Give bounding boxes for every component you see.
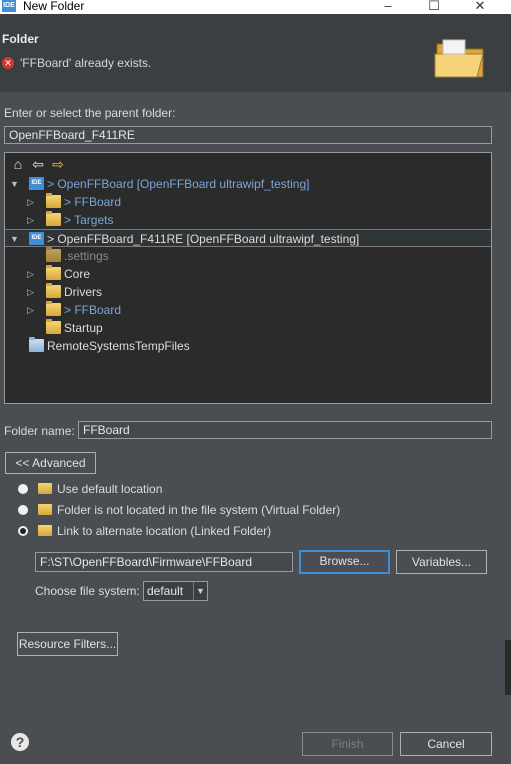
linked-folder-icon (46, 301, 61, 316)
tree-item-label: > OpenFFBoard [OpenFFBoard ultrawipf_tes… (47, 177, 310, 191)
folder-icon (46, 319, 61, 334)
tree-item-label: > Targets (64, 213, 114, 227)
tree-item-label: Startup (64, 321, 103, 335)
use-default-location-radio[interactable] (18, 484, 28, 494)
tree-item-label: > OpenFFBoard_F411RE [OpenFFBoard ultraw… (47, 232, 360, 246)
folder-name-label: Folder name: (4, 424, 75, 438)
advanced-toggle-button[interactable]: << Advanced (5, 452, 96, 474)
use-default-location-label[interactable]: Use default location (57, 482, 162, 496)
parent-folder-label: Enter or select the parent folder: (4, 106, 176, 120)
window-title: New Folder (23, 0, 85, 13)
file-system-select[interactable]: default ▼ (143, 581, 208, 601)
expand-toggle-icon[interactable]: ▷ (27, 283, 37, 301)
parent-folder-input[interactable]: OpenFFBoard_F411RE (4, 126, 492, 144)
folder-name-input[interactable]: FFBoard (78, 421, 492, 439)
tree-item-label: RemoteSystemsTempFiles (47, 339, 190, 353)
tree-toolbar: ⌂ ⇦ ⇨ (11, 156, 71, 174)
home-icon[interactable]: ⌂ (11, 156, 25, 172)
folder-banner-icon (434, 39, 484, 78)
tree-item-openffboard-project[interactable]: ▼ IDE > OpenFFBoard [OpenFFBoard ultrawi… (5, 175, 491, 193)
linked-location-input[interactable]: F:\ST\OpenFFBoard\Firmware\FFBoard (35, 552, 293, 572)
folder-icon (46, 211, 61, 226)
tree-item-settings[interactable]: .settings (5, 247, 491, 265)
browse-button[interactable]: Browse... (299, 550, 390, 574)
expand-toggle-icon[interactable]: ▼ (10, 175, 20, 193)
expand-toggle-icon[interactable]: ▷ (27, 301, 37, 319)
tree-item-label: > FFBoard (64, 303, 122, 317)
ide-project-icon: IDE (29, 232, 44, 245)
tree-item-drivers[interactable]: ▷ Drivers (5, 283, 491, 301)
ide-project-icon: IDE (29, 177, 44, 190)
forward-arrow-icon[interactable]: ⇨ (51, 156, 65, 172)
tree-item-core[interactable]: ▷ Core (5, 265, 491, 283)
linked-folder-label[interactable]: Link to alternate location (Linked Folde… (57, 524, 271, 538)
tree-item-openffboard-f411re-project[interactable]: ▼ IDE > OpenFFBoard_F411RE [OpenFFBoard … (5, 229, 491, 247)
tree-item-ffboard-linked[interactable]: ▷ > FFBoard (5, 301, 491, 319)
folder-tree[interactable]: ⌂ ⇦ ⇨ ▼ IDE > OpenFFBoard [OpenFFBoard ult… (4, 152, 492, 404)
header-title: Folder (2, 32, 39, 46)
tree-item-label: Drivers (64, 285, 102, 299)
expand-toggle-icon[interactable]: ▷ (27, 211, 37, 229)
folder-icon (46, 247, 61, 262)
close-button[interactable]: ✕ (457, 0, 503, 14)
ide-app-icon: IDE (2, 0, 16, 12)
virtual-folder-icon (38, 504, 52, 515)
title-bar: IDE New Folder – ☐ ✕ (0, 0, 511, 14)
cancel-button[interactable]: Cancel (400, 732, 492, 756)
variables-button[interactable]: Variables... (396, 550, 487, 574)
linked-folder-radio[interactable] (18, 526, 28, 536)
file-system-label: Choose file system: (35, 584, 140, 598)
minimize-button[interactable]: – (365, 0, 411, 14)
expand-toggle-icon[interactable]: ▷ (27, 193, 37, 211)
open-folder-icon (29, 337, 44, 352)
help-icon[interactable]: ? (11, 733, 29, 751)
resource-filters-button[interactable]: Resource Filters... (17, 632, 118, 656)
expand-toggle-icon[interactable]: ▷ (27, 265, 37, 283)
tree-item-remote-systems-temp-files[interactable]: RemoteSystemsTempFiles (5, 337, 491, 355)
finish-button[interactable]: Finish (302, 732, 393, 756)
virtual-folder-label[interactable]: Folder is not located in the file system… (57, 503, 340, 517)
expand-toggle-icon[interactable]: ▼ (10, 230, 20, 248)
folder-icon (46, 193, 61, 208)
virtual-folder-radio[interactable] (18, 505, 28, 515)
back-arrow-icon[interactable]: ⇦ (31, 156, 45, 172)
scrollbar[interactable] (505, 640, 511, 695)
tree-item-label: Core (64, 267, 91, 281)
dialog-header: Folder ✕ 'FFBoard' already exists. (0, 14, 511, 92)
tree-item-label: .settings (64, 249, 109, 263)
linked-folder-icon (38, 525, 52, 536)
folder-icon (38, 483, 52, 494)
file-system-value: default (147, 584, 184, 598)
tree-item-label: > FFBoard (64, 195, 122, 209)
chevron-down-icon: ▼ (193, 582, 207, 600)
tree-item-targets[interactable]: ▷ > Targets (5, 211, 491, 229)
tree-item-ffboard[interactable]: ▷ > FFBoard (5, 193, 491, 211)
folder-icon (46, 283, 61, 298)
error-icon: ✕ (2, 57, 14, 69)
error-message: 'FFBoard' already exists. (20, 56, 152, 70)
maximize-button[interactable]: ☐ (411, 0, 457, 14)
folder-icon (46, 265, 61, 280)
tree-item-startup[interactable]: Startup (5, 319, 491, 337)
